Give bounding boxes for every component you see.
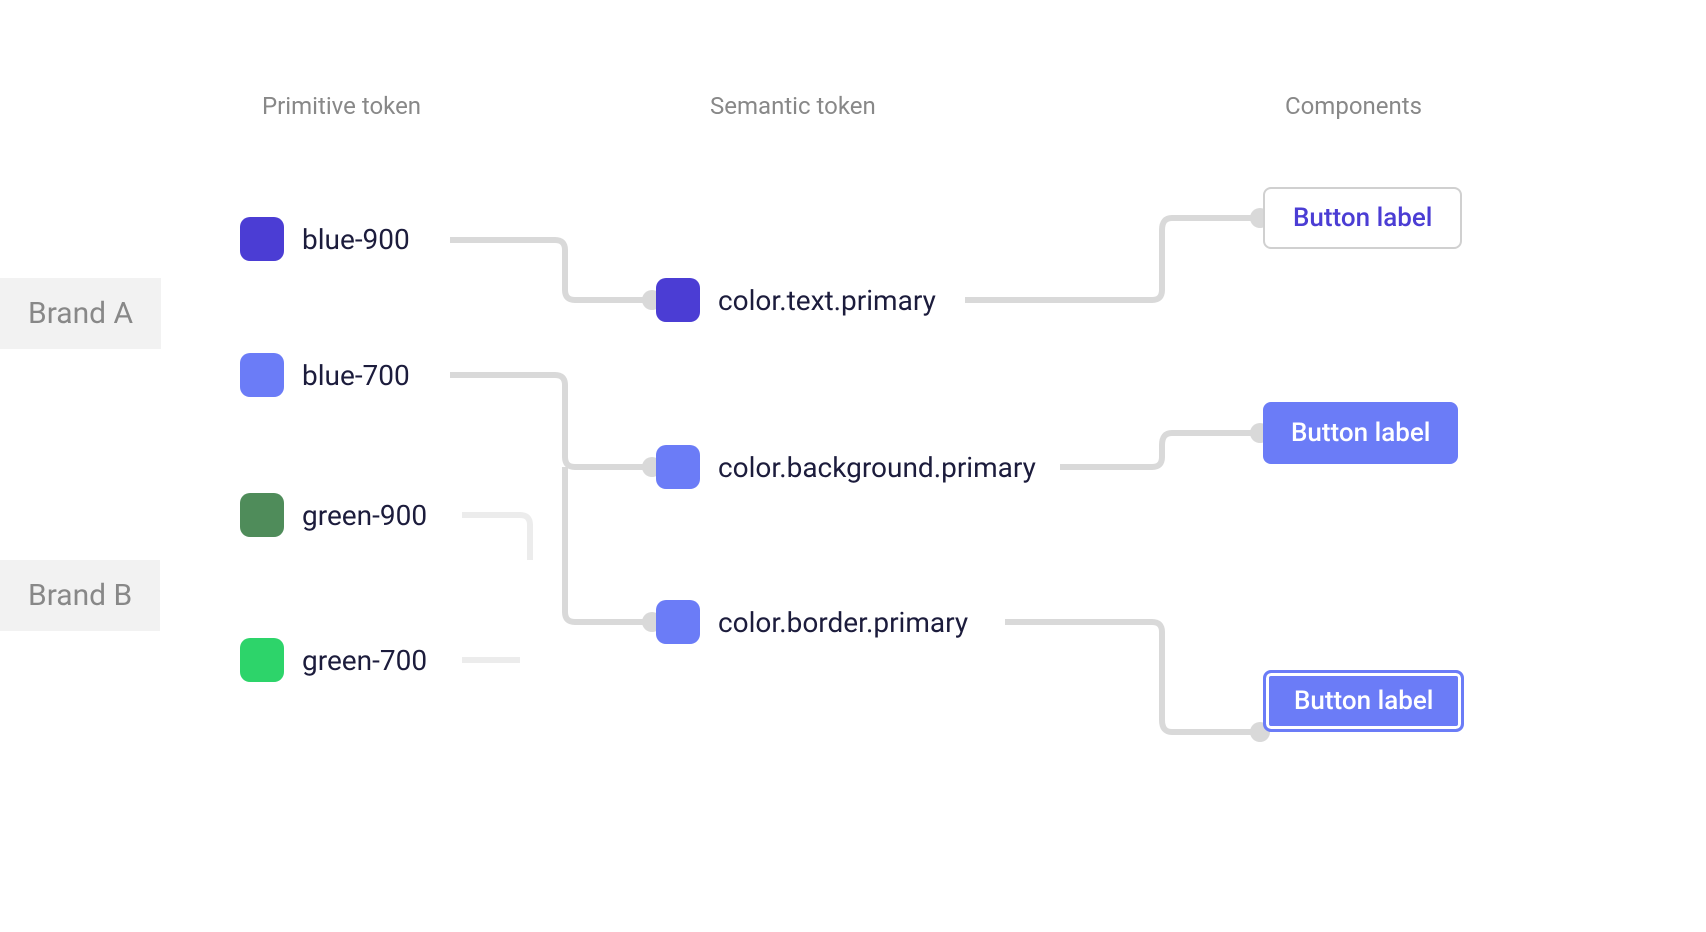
label-blue-700: blue-700 <box>302 359 410 392</box>
label-border-primary: color.border.primary <box>718 606 968 639</box>
button-bordered[interactable]: Button label <box>1263 670 1464 732</box>
brand-b-label: Brand B <box>0 560 160 631</box>
diagram-canvas: Primitive token Semantic token Component… <box>0 0 1706 932</box>
label-text-primary: color.text.primary <box>718 284 936 317</box>
button-outlined-label: Button label <box>1293 203 1432 233</box>
swatch-green-700 <box>240 638 284 682</box>
label-blue-900: blue-900 <box>302 223 410 256</box>
swatch-blue-700 <box>240 353 284 397</box>
header-components: Components <box>1285 92 1422 120</box>
label-green-900: green-900 <box>302 499 427 532</box>
button-solid[interactable]: Button label <box>1263 402 1458 464</box>
swatch-green-900 <box>240 493 284 537</box>
label-green-700: green-700 <box>302 644 427 677</box>
button-bordered-label: Button label <box>1294 686 1433 716</box>
swatch-bg-primary <box>656 445 700 489</box>
label-bg-primary: color.background.primary <box>718 451 1036 484</box>
swatch-text-primary <box>656 278 700 322</box>
button-solid-label: Button label <box>1291 418 1430 448</box>
swatch-border-primary <box>656 600 700 644</box>
header-primitive: Primitive token <box>262 92 421 120</box>
button-outlined[interactable]: Button label <box>1263 187 1462 249</box>
header-semantic: Semantic token <box>710 92 876 120</box>
swatch-blue-900 <box>240 217 284 261</box>
brand-a-label: Brand A <box>0 278 161 349</box>
